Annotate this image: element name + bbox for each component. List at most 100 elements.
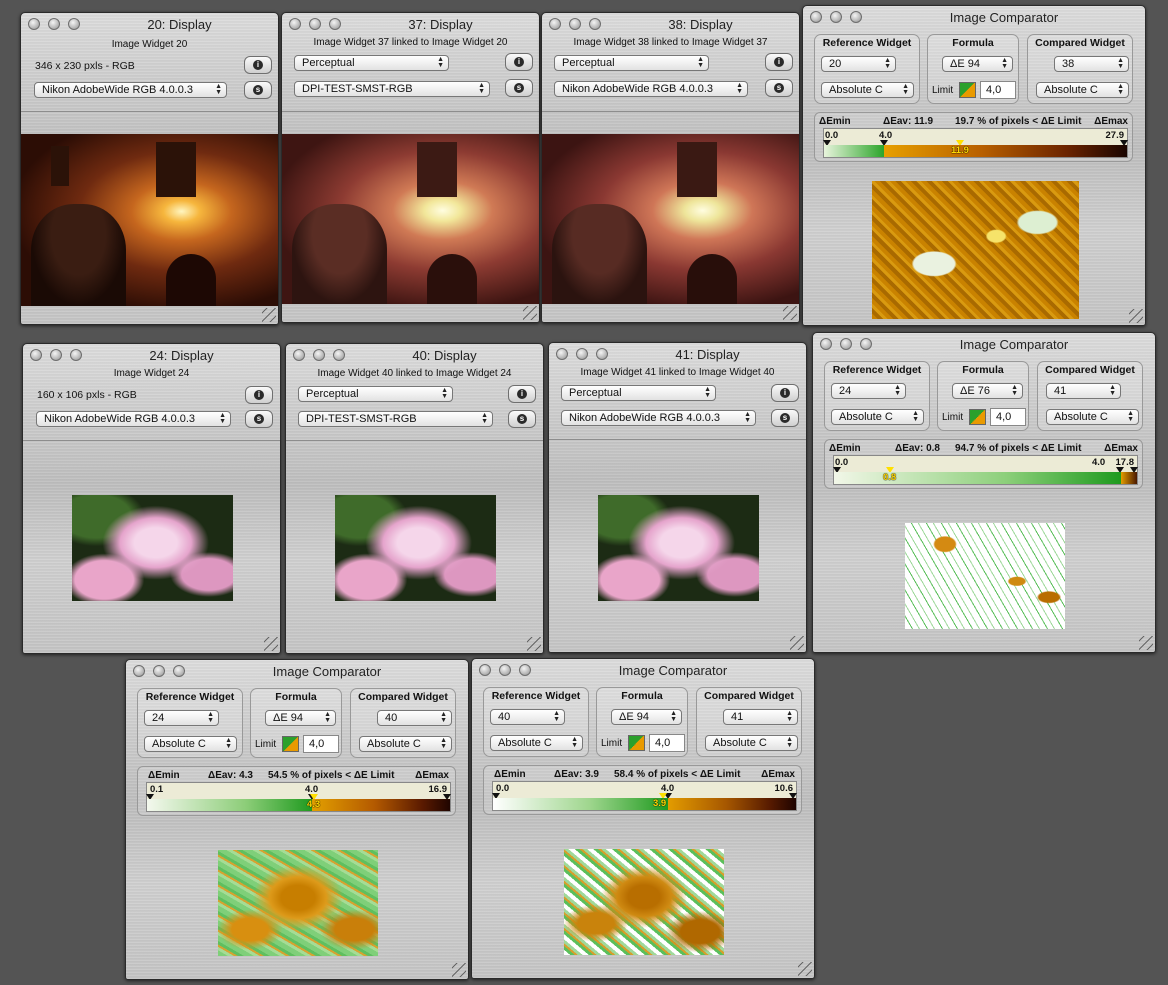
close-icon[interactable] — [30, 349, 42, 361]
compared-mode-popup[interactable]: Absolute C ▲ ▼ — [705, 735, 798, 751]
profile-popup[interactable]: DPI-TEST-SMST-RGB ▲ ▼ — [294, 81, 490, 97]
resize-handle[interactable] — [527, 637, 541, 651]
info-button[interactable]: i — [505, 53, 533, 71]
compared-mode-popup[interactable]: Absolute C ▲ ▼ — [1046, 409, 1139, 425]
profile-popup[interactable]: DPI-TEST-SMST-RGB ▲ ▼ — [298, 411, 493, 427]
zoom-icon[interactable] — [333, 349, 345, 361]
zoom-icon[interactable] — [850, 11, 862, 23]
minimize-icon[interactable] — [153, 665, 165, 677]
resize-handle[interactable] — [262, 308, 276, 322]
display-window-37[interactable]: 37: Display Image Widget 37 linked to Im… — [281, 12, 540, 323]
image-comparator-window[interactable]: Image Comparator Reference Widget 40 ▲ ▼ A… — [471, 658, 815, 979]
compared-mode-popup[interactable]: Absolute C ▲ ▼ — [1036, 82, 1129, 98]
minimize-icon[interactable] — [499, 664, 511, 676]
formula-popup[interactable]: ΔE 94 ▲ ▼ — [611, 709, 682, 725]
image-comparator-window[interactable]: Image Comparator Reference Widget 24 ▲ ▼ A… — [125, 659, 469, 980]
info-button[interactable]: i — [771, 384, 799, 402]
settings-button[interactable]: s — [245, 410, 273, 428]
settings-button[interactable]: s — [771, 409, 799, 427]
info-button[interactable]: i — [244, 56, 272, 74]
limit-color-swatch[interactable] — [959, 82, 976, 98]
minimize-icon[interactable] — [50, 349, 62, 361]
formula-popup[interactable]: ΔE 94 ▲ ▼ — [265, 710, 336, 726]
limit-field[interactable]: 4,0 — [649, 734, 685, 752]
title-bar[interactable]: 41: Display — [549, 343, 806, 365]
rendering-intent-popup[interactable]: Perceptual ▲ ▼ — [554, 55, 709, 71]
resize-handle[interactable] — [798, 962, 812, 976]
minimize-icon[interactable] — [309, 18, 321, 30]
minimize-icon[interactable] — [830, 11, 842, 23]
rendering-intent-popup[interactable]: Perceptual ▲ ▼ — [561, 385, 716, 401]
limit-color-swatch[interactable] — [969, 409, 986, 425]
zoom-icon[interactable] — [68, 18, 80, 30]
reference-mode-popup[interactable]: Absolute C ▲ ▼ — [821, 82, 914, 98]
settings-button[interactable]: s — [505, 79, 533, 97]
title-bar[interactable]: 37: Display — [282, 13, 539, 35]
limit-field[interactable]: 4,0 — [303, 735, 339, 753]
image-comparator-window[interactable]: Image Comparator Reference Widget 24 ▲ ▼ A… — [812, 332, 1156, 653]
minimize-icon[interactable] — [576, 348, 588, 360]
reference-widget-popup[interactable]: 40 ▲ ▼ — [490, 709, 565, 725]
minimize-icon[interactable] — [48, 18, 60, 30]
display-window-40[interactable]: 40: Display Image Widget 40 linked to Im… — [285, 343, 544, 654]
settings-button[interactable]: s — [765, 79, 793, 97]
profile-popup[interactable]: Nikon AdobeWide RGB 4.0.0.3 ▲ ▼ — [34, 82, 227, 98]
zoom-icon[interactable] — [596, 348, 608, 360]
close-icon[interactable] — [810, 11, 822, 23]
close-icon[interactable] — [479, 664, 491, 676]
resize-handle[interactable] — [790, 636, 804, 650]
compared-widget-popup[interactable]: 41 ▲ ▼ — [1046, 383, 1121, 399]
reference-widget-popup[interactable]: 24 ▲ ▼ — [831, 383, 906, 399]
zoom-icon[interactable] — [173, 665, 185, 677]
compared-mode-popup[interactable]: Absolute C ▲ ▼ — [359, 736, 452, 752]
resize-handle[interactable] — [264, 637, 278, 651]
info-button[interactable]: i — [765, 53, 793, 71]
limit-field[interactable]: 4,0 — [990, 408, 1026, 426]
reference-mode-popup[interactable]: Absolute C ▲ ▼ — [144, 736, 237, 752]
close-icon[interactable] — [133, 665, 145, 677]
settings-button[interactable]: s — [508, 410, 536, 428]
display-window-38[interactable]: 38: Display Image Widget 38 linked to Im… — [541, 12, 800, 323]
info-button[interactable]: i — [508, 385, 536, 403]
resize-handle[interactable] — [523, 306, 537, 320]
resize-handle[interactable] — [452, 963, 466, 977]
title-bar[interactable]: Image Comparator — [813, 333, 1155, 355]
close-icon[interactable] — [820, 338, 832, 350]
reference-widget-popup[interactable]: 20 ▲ ▼ — [821, 56, 896, 72]
profile-popup[interactable]: Nikon AdobeWide RGB 4.0.0.3 ▲ ▼ — [561, 410, 756, 426]
profile-popup[interactable]: Nikon AdobeWide RGB 4.0.0.3 ▲ ▼ — [554, 81, 748, 97]
title-bar[interactable]: 24: Display — [23, 344, 280, 366]
rendering-intent-popup[interactable]: Perceptual ▲ ▼ — [294, 55, 449, 71]
title-bar[interactable]: 20: Display — [21, 13, 278, 35]
zoom-icon[interactable] — [589, 18, 601, 30]
info-button[interactable]: i — [245, 386, 273, 404]
formula-popup[interactable]: ΔE 94 ▲ ▼ — [942, 56, 1013, 72]
resize-handle[interactable] — [1139, 636, 1153, 650]
zoom-icon[interactable] — [860, 338, 872, 350]
minimize-icon[interactable] — [313, 349, 325, 361]
minimize-icon[interactable] — [840, 338, 852, 350]
limit-color-swatch[interactable] — [628, 735, 645, 751]
zoom-icon[interactable] — [519, 664, 531, 676]
title-bar[interactable]: 40: Display — [286, 344, 543, 366]
close-icon[interactable] — [289, 18, 301, 30]
reference-mode-popup[interactable]: Absolute C ▲ ▼ — [490, 735, 583, 751]
reference-mode-popup[interactable]: Absolute C ▲ ▼ — [831, 409, 924, 425]
close-icon[interactable] — [556, 348, 568, 360]
display-window-24[interactable]: 24: Display Image Widget 24 160 x 106 px… — [22, 343, 281, 654]
limit-color-swatch[interactable] — [282, 736, 299, 752]
settings-button[interactable]: s — [244, 81, 272, 99]
profile-popup[interactable]: Nikon AdobeWide RGB 4.0.0.3 ▲ ▼ — [36, 411, 231, 427]
zoom-icon[interactable] — [70, 349, 82, 361]
compared-widget-popup[interactable]: 41 ▲ ▼ — [723, 709, 798, 725]
display-window-20[interactable]: 20: Display Image Widget 20 346 x 230 px… — [20, 12, 279, 325]
compared-widget-popup[interactable]: 40 ▲ ▼ — [377, 710, 452, 726]
close-icon[interactable] — [293, 349, 305, 361]
minimize-icon[interactable] — [569, 18, 581, 30]
rendering-intent-popup[interactable]: Perceptual ▲ ▼ — [298, 386, 453, 402]
limit-field[interactable]: 4,0 — [980, 81, 1016, 99]
zoom-icon[interactable] — [329, 18, 341, 30]
compared-widget-popup[interactable]: 38 ▲ ▼ — [1054, 56, 1129, 72]
close-icon[interactable] — [28, 18, 40, 30]
image-comparator-window[interactable]: Image Comparator Reference Widget 20 ▲ ▼ A… — [802, 5, 1146, 326]
